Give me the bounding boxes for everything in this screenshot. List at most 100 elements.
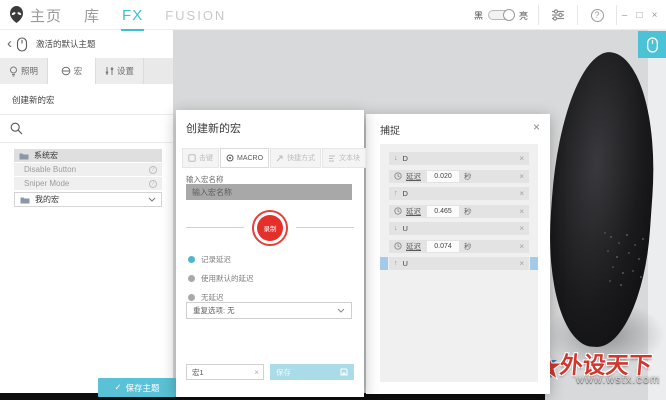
delay-value-field[interactable]: 0.465 [427, 206, 459, 217]
mouse-icon [16, 37, 28, 52]
tab-text-block[interactable]: 文本块 [322, 148, 366, 168]
remove-row-icon[interactable]: × [519, 207, 524, 216]
tab-settings[interactable]: 设置 [96, 58, 144, 84]
clock-icon [394, 242, 402, 250]
dialog-save-button[interactable]: 保存 [270, 364, 354, 380]
theme-toggle[interactable]: 黑 亮 [464, 9, 538, 22]
list-item-sniper-mode[interactable]: Sniper Mode i [14, 177, 162, 190]
app-window: 主页 库 FX FUSION 黑 亮 ? – □ × ‹ [0, 0, 666, 400]
macro-name-value-input[interactable] [187, 368, 245, 377]
settings-sliders-icon[interactable] [539, 0, 577, 30]
nav-fusion[interactable]: FUSION [165, 8, 226, 23]
radio-icon [188, 275, 195, 282]
create-macro-dialog: 创建新的宏 击键 MACRO 快捷方式 文本块 输入宏名称 [176, 110, 364, 397]
tab-shortcut[interactable]: 快捷方式 [270, 148, 321, 168]
selection-bar-right [530, 257, 538, 270]
repeat-options-dropdown[interactable]: 重复选项: 无 [186, 302, 352, 319]
theme-toggle-knob[interactable] [503, 9, 515, 21]
macro-name-input[interactable] [186, 184, 352, 200]
tab-lighting[interactable]: 照明 [0, 58, 48, 84]
clear-icon[interactable]: × [254, 368, 263, 377]
list-item-my-macros[interactable]: 我的宏 [14, 192, 162, 207]
list-item-label: 系统宏 [34, 150, 58, 161]
macro-icon [61, 66, 71, 76]
capture-row-key[interactable]: ↓ D × [389, 152, 529, 165]
check-icon: ✓ [114, 382, 121, 393]
speckles-decoration [604, 232, 606, 234]
radio-default-delays[interactable]: 使用默认的延迟 [188, 273, 254, 284]
delay-value-field[interactable]: 0.074 [427, 241, 459, 252]
record-button-label: 录制 [257, 215, 283, 241]
create-new-macro-link[interactable]: 创建新的宏 [0, 84, 173, 115]
list-item-system-macros[interactable]: 系统宏 [14, 149, 162, 162]
capture-row-key[interactable]: ↓ U × [389, 222, 529, 235]
folder-icon [19, 152, 29, 160]
maximize-button[interactable]: □ [632, 0, 647, 30]
nav-library[interactable]: 库 [84, 5, 100, 26]
minimize-button[interactable]: – [617, 0, 632, 30]
device-select-button[interactable] [638, 31, 666, 58]
delay-label: 延迟 [406, 171, 421, 182]
list-item-disable-button[interactable]: Disable Button i [14, 163, 162, 176]
keystroke-icon [188, 154, 196, 162]
delay-label: 延迟 [406, 206, 421, 217]
help-icon[interactable]: ? [578, 0, 616, 30]
remove-row-icon[interactable]: × [519, 154, 524, 163]
active-theme-title: 激活的默认主题 [36, 38, 96, 50]
dialog-title: 创建新的宏 [186, 120, 241, 136]
delay-value-field[interactable]: 0.020 [427, 171, 459, 182]
repeat-options-value: 重复选项: 无 [193, 305, 235, 316]
theme-light-label: 亮 [519, 9, 528, 22]
sidebar-tabs: 照明 宏 设置 [0, 58, 173, 84]
main-nav: 主页 库 FX FUSION [30, 0, 226, 30]
nav-home[interactable]: 主页 [30, 5, 62, 26]
capture-close-button[interactable]: × [533, 120, 540, 134]
delay-unit: 秒 [464, 206, 472, 217]
tab-label: 文本块 [339, 153, 360, 163]
delay-unit: 秒 [464, 241, 472, 252]
remove-row-icon[interactable]: × [519, 224, 524, 233]
key-up-icon: ↑ [394, 260, 398, 267]
remove-row-icon[interactable]: × [519, 172, 524, 181]
theme-toggle-switch[interactable] [488, 10, 514, 20]
radio-record-delays[interactable]: 记录延迟 [188, 254, 254, 265]
list-item-label: Sniper Mode [24, 179, 69, 188]
close-button[interactable]: × [647, 0, 662, 30]
record-section: 录制 [176, 210, 364, 246]
capture-row-delay[interactable]: 延迟 0.074 秒 × [389, 240, 529, 253]
radio-icon [188, 256, 195, 263]
search-bar[interactable] [0, 115, 173, 143]
capture-row-key-selected[interactable]: ↑ U × [389, 257, 529, 270]
tab-lighting-label: 照明 [21, 65, 38, 77]
tab-macro-record[interactable]: MACRO [220, 148, 269, 168]
lightbulb-icon [9, 66, 18, 77]
remove-row-icon[interactable]: × [519, 259, 524, 268]
remove-row-icon[interactable]: × [519, 189, 524, 198]
nav-fx[interactable]: FX [122, 7, 143, 24]
list-item-label: 我的宏 [35, 194, 59, 205]
tab-keystroke[interactable]: 击键 [182, 148, 219, 168]
delay-unit: 秒 [464, 171, 472, 182]
capture-row-delay[interactable]: 延迟 0.465 秒 × [389, 205, 529, 218]
theme-header: ‹ 激活的默认主题 [0, 30, 173, 58]
key-name: U [403, 224, 408, 233]
radio-label: 记录延迟 [201, 254, 231, 265]
folder-icon [20, 196, 30, 204]
remove-row-icon[interactable]: × [519, 242, 524, 251]
back-button[interactable]: ‹ [0, 35, 16, 54]
chevron-down-icon [148, 197, 156, 202]
tab-label: 快捷方式 [287, 153, 315, 163]
save-theme-button[interactable]: ✓ 保存主题 [98, 378, 176, 397]
capture-row-delay[interactable]: 延迟 0.020 秒 × [389, 170, 529, 183]
watermark-url: www.wstx.com [576, 374, 660, 386]
radio-icon [188, 294, 195, 301]
clock-icon [394, 207, 402, 215]
tab-macro[interactable]: 宏 [48, 58, 96, 84]
capture-list: ↓ D × 延迟 0.020 秒 × ↑ D × 延迟 0.465 秒 [380, 144, 538, 382]
macro-sidebar: 创建新的宏 系统宏 Disable Button i Sniper Mode i… [0, 84, 173, 400]
macro-name-field[interactable]: × [186, 364, 264, 380]
radio-label: 使用默认的延迟 [201, 273, 254, 284]
capture-row-key[interactable]: ↑ D × [389, 187, 529, 200]
divider [296, 227, 354, 228]
record-button[interactable]: 录制 [252, 210, 288, 246]
